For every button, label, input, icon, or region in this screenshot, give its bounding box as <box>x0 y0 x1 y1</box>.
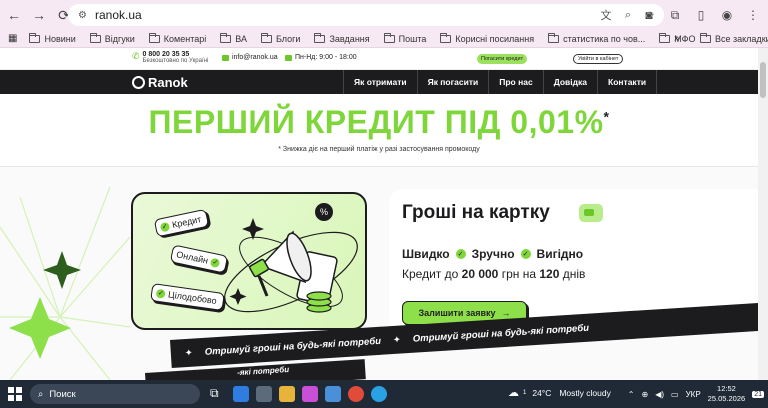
site-nav: Ranok Як отримати Як погасити Про нас До… <box>0 70 758 94</box>
notepad-icon[interactable] <box>325 386 341 402</box>
logo-mark-icon <box>132 76 145 89</box>
start-icon[interactable] <box>8 387 22 401</box>
windows-taskbar: ⌕ Поиск ⧉ ☁ 1 24°C Mostly cloudy ⌃ ⊕ ◀) … <box>0 380 768 408</box>
file-explorer-icon[interactable] <box>279 386 295 402</box>
folder-icon <box>260 32 272 43</box>
bookmark-item[interactable]: Відгуки <box>89 32 135 44</box>
telegram-icon[interactable] <box>371 386 387 402</box>
hero-subtitle: * Знижка діє на перший платіж у разі зас… <box>278 146 480 153</box>
sparkle-icon: ✦ <box>184 347 194 359</box>
folder-icon <box>89 32 101 43</box>
address-url: ranok.ua <box>94 8 142 22</box>
percent-badge: % <box>315 203 333 221</box>
taskbar-search[interactable]: ⌕ Поиск <box>30 384 200 404</box>
profile-icon[interactable]: ◉ <box>716 4 738 26</box>
folder-icon <box>440 32 452 43</box>
camera-icon[interactable]: ◙ <box>638 4 660 26</box>
weather-widget[interactable]: ☁ 1 24°C Mostly cloudy <box>508 386 611 399</box>
forward-icon[interactable]: → <box>28 4 50 26</box>
loan-terms: Кредит до 20 000 грн на 120 днів <box>402 267 586 281</box>
check-icon: ✓ <box>159 221 171 232</box>
bookmark-item[interactable]: статистика по чов... <box>548 32 645 44</box>
clock[interactable]: 12:52 25.05.2026 <box>708 384 746 404</box>
bookmark-item[interactable]: Блоги <box>260 32 300 44</box>
pay-loan-button[interactable]: Погасити кредит <box>477 54 528 64</box>
sidebar-icon[interactable]: ▯ <box>690 4 712 26</box>
chevron-up-icon[interactable]: ⌃ <box>628 390 635 399</box>
apps-icon[interactable]: ▦ <box>8 33 17 44</box>
search-icon: ⌕ <box>38 388 44 400</box>
address-bar[interactable]: ⚙ ranok.ua 文 ⌕ ☆ <box>68 4 664 26</box>
task-view-icon[interactable]: ⧉ <box>210 386 226 402</box>
check-icon: ✓ <box>210 257 221 268</box>
calculator-icon[interactable] <box>256 386 272 402</box>
folder-icon <box>548 32 560 43</box>
translate-icon[interactable]: 文 <box>598 7 614 23</box>
phone-contact[interactable]: ✆ 0 800 20 35 35 Безкоштовно по Україні <box>132 51 208 64</box>
nav-help[interactable]: Довідка <box>542 70 597 94</box>
arrow-right-icon: → <box>501 308 511 318</box>
working-hours: Пн-Нд: 9:00 - 18:00 <box>285 54 357 61</box>
extensions-icon[interactable]: ⧉ <box>664 4 686 26</box>
site-info-icon[interactable]: ⚙ <box>78 10 87 21</box>
more-bookmarks-icon[interactable]: » <box>674 33 680 44</box>
bookmark-item[interactable]: Корисні посилання <box>440 32 534 44</box>
chrome-icon[interactable] <box>348 386 364 402</box>
folder-icon <box>220 32 232 43</box>
bookmark-item[interactable]: Коментарі <box>148 32 206 44</box>
bookmark-item[interactable]: Пошта <box>383 32 426 44</box>
offer-title: Гроші на картку <box>402 202 550 223</box>
sparkle-icon: ✦ <box>392 334 402 346</box>
calendar-icon <box>285 54 292 61</box>
weather-badge: 1 <box>523 389 527 396</box>
scroll-thumb[interactable] <box>760 62 766 98</box>
hero-title: ПЕРШИЙ КРЕДИТ ПІД 0,01%* <box>148 104 610 140</box>
mail-icon <box>222 54 229 61</box>
folder-icon <box>314 32 326 43</box>
offer-features: Швидко ✓ Зручно ✓ Вигідно <box>402 247 584 261</box>
cloud-icon: ☁ <box>508 387 519 399</box>
zoom-icon[interactable]: ⌕ <box>620 7 636 23</box>
language-indicator[interactable]: УКР <box>686 390 701 399</box>
copilot-icon[interactable] <box>302 386 318 402</box>
email-contact[interactable]: info@ranok.ua <box>222 54 278 61</box>
bookmark-item[interactable]: Новини <box>29 32 76 44</box>
network-icon[interactable]: ⊕ <box>641 390 648 399</box>
site-logo[interactable]: Ranok <box>132 75 188 90</box>
volume-icon[interactable]: ◀) <box>655 390 664 399</box>
check-icon: ✓ <box>520 249 531 259</box>
all-bookmarks[interactable]: Все закладки <box>700 32 768 44</box>
battery-icon[interactable]: ▭ <box>671 390 679 399</box>
store-icon[interactable] <box>233 386 249 402</box>
nav-how-to-get[interactable]: Як отримати <box>343 70 417 94</box>
bookmarks-bar: ▦ Новини Відгуки Коментарі ВА Блоги Завд… <box>0 30 768 48</box>
illustration-card: ✓ Кредит Онлайн ✓ ✓ Цілодобово % <box>131 192 367 330</box>
decorative-burst-icon <box>0 186 130 380</box>
login-button[interactable]: Увійти в кабінет <box>573 54 624 64</box>
back-icon[interactable]: ← <box>3 4 25 26</box>
menu-icon[interactable]: ⋮ <box>742 4 764 26</box>
page-scrollbar[interactable] <box>758 48 768 380</box>
folder-icon <box>700 32 711 43</box>
nav-contacts[interactable]: Контакти <box>597 70 658 94</box>
bookmark-item[interactable]: Завдання <box>314 32 370 44</box>
notifications-badge[interactable]: 21 <box>752 390 764 398</box>
site-topbar: ✆ 0 800 20 35 35 Безкоштовно по Україні … <box>0 48 758 70</box>
check-icon: ✓ <box>155 288 166 299</box>
phone-icon: ✆ <box>132 51 140 61</box>
folder-icon <box>659 32 671 43</box>
bookmark-item[interactable]: ВА <box>220 32 247 44</box>
offer-section: ✓ Кредит Онлайн ✓ ✓ Цілодобово % Гроші на к… <box>0 167 758 380</box>
nav-about[interactable]: Про нас <box>488 70 542 94</box>
folder-icon <box>148 32 160 43</box>
browser-toolbar: ← → ⟳ ⚙ ranok.ua 文 ⌕ ☆ ◙ ⧉ ▯ ◉ ⋮ <box>0 0 768 30</box>
folder-icon <box>383 32 395 43</box>
check-icon: ✓ <box>455 249 466 259</box>
nav-how-to-repay[interactable]: Як погасити <box>416 70 489 94</box>
folder-icon <box>29 32 41 43</box>
wallet-icon <box>579 204 603 222</box>
